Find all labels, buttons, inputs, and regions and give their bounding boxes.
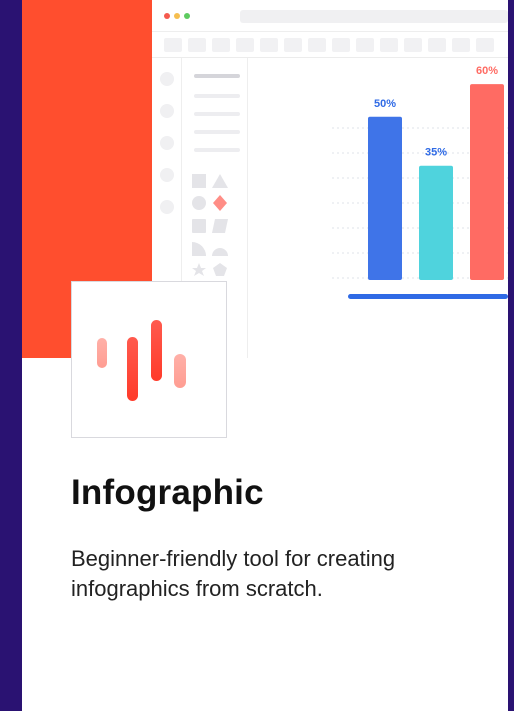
toolbar-item	[260, 38, 278, 52]
bar-value-label: 35%	[425, 147, 447, 159]
toolbar-item	[284, 38, 302, 52]
close-dot-icon	[164, 13, 170, 19]
rail-button	[160, 168, 174, 182]
toolbar-item	[236, 38, 254, 52]
semicircle-icon	[212, 248, 228, 256]
panel-line	[194, 112, 240, 116]
toolbar-item	[188, 38, 206, 52]
bar-chart: 50% 35% 60%	[332, 65, 508, 299]
toolbar-item	[476, 38, 494, 52]
diamond-icon	[213, 195, 227, 211]
toolbar-item	[308, 38, 326, 52]
parallelogram-icon	[212, 219, 228, 233]
toolbar-item	[332, 38, 350, 52]
rail-button	[160, 200, 174, 214]
star-icon	[192, 263, 206, 276]
window-titlebar	[152, 0, 508, 32]
chart-baseline	[348, 294, 508, 299]
rail-button	[160, 72, 174, 86]
panel-line	[194, 94, 240, 98]
maximize-dot-icon	[184, 13, 190, 19]
toolbar-item	[404, 38, 422, 52]
square-icon	[192, 174, 206, 188]
toolbar-item	[428, 38, 446, 52]
minimize-dot-icon	[174, 13, 180, 19]
chart-bar	[368, 116, 402, 280]
chart-bar	[470, 84, 504, 280]
toolbar-item	[164, 38, 182, 52]
toolbar-item	[452, 38, 470, 52]
panel-line	[194, 148, 240, 152]
rail-button	[160, 136, 174, 150]
editor-canvas: 50% 35% 60%	[248, 58, 508, 358]
editor-toolbar	[152, 32, 508, 58]
rounded-square-icon	[192, 219, 206, 233]
toolbar-item	[380, 38, 398, 52]
logo-tile	[71, 281, 227, 438]
card-description: Beginner-friendly tool for creating info…	[71, 546, 396, 601]
bar-value-label: 50%	[374, 98, 396, 110]
bar-value-label: 60%	[476, 65, 498, 77]
pentagon-icon	[213, 263, 227, 276]
panel-line	[194, 130, 240, 134]
quarter-circle-icon	[192, 242, 206, 256]
toolbar-item	[356, 38, 374, 52]
chart-bar	[419, 165, 453, 280]
address-bar	[240, 10, 508, 23]
rail-button	[160, 104, 174, 118]
panel-line	[194, 74, 240, 78]
circle-icon	[192, 196, 206, 210]
card-title: Infographic	[71, 473, 264, 512]
triangle-icon	[212, 174, 228, 188]
infographic-bars-icon	[97, 320, 186, 401]
toolbar-item	[212, 38, 230, 52]
product-card[interactable]: 50% 35% 60% Infographic Beginner-friendly …	[22, 0, 508, 711]
